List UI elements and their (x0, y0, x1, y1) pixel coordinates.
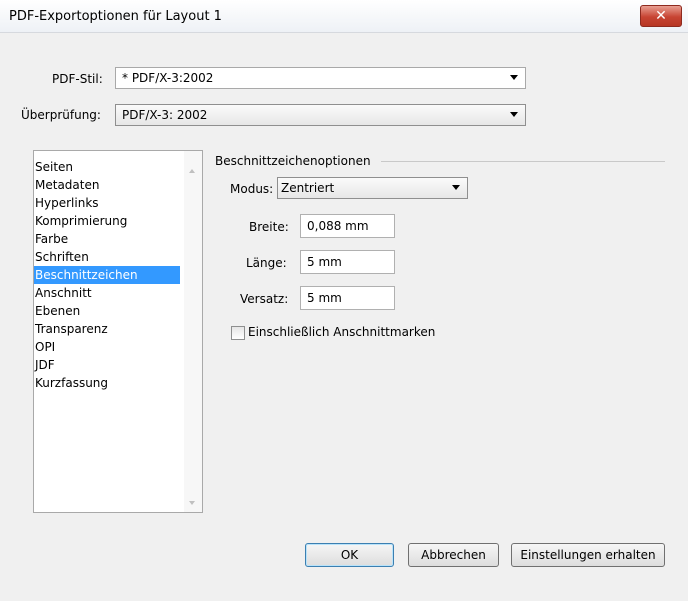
list-item[interactable]: Ebenen (34, 302, 180, 320)
mode-label: Modus: (230, 182, 274, 196)
title-bar: PDF-Exportoptionen für Layout 1 ✕ (0, 0, 688, 33)
width-value: 0,088 mm (307, 219, 369, 233)
ok-button[interactable]: OK (305, 543, 394, 567)
chevron-down-icon (510, 75, 518, 80)
list-item[interactable]: Farbe (34, 230, 180, 248)
list-item[interactable]: Seiten (34, 158, 180, 176)
list-item[interactable]: Kurzfassung (34, 374, 180, 392)
group-divider (381, 161, 665, 162)
validation-value: PDF/X-3: 2002 (122, 108, 208, 122)
scroll-up-icon[interactable] (189, 169, 195, 173)
scroll-down-icon[interactable] (189, 501, 195, 505)
length-value: 5 mm (307, 255, 342, 269)
list-item[interactable]: Transparenz (34, 320, 180, 338)
mode-select[interactable]: Zentriert (277, 177, 468, 199)
chevron-down-icon (510, 112, 518, 117)
close-button[interactable]: ✕ (640, 5, 682, 27)
pdf-style-select[interactable]: * PDF/X-3:2002 (115, 67, 526, 89)
offset-value: 5 mm (307, 291, 342, 305)
list-item[interactable]: Beschnittzeichen (34, 266, 180, 284)
pdf-style-label: PDF-Stil: (52, 72, 103, 86)
close-icon: ✕ (655, 8, 667, 24)
dialog-window: PDF-Exportoptionen für Layout 1 ✕ PDF-St… (0, 0, 688, 601)
list-item[interactable]: Metadaten (34, 176, 180, 194)
offset-input[interactable]: 5 mm (300, 286, 395, 310)
list-item[interactable]: Komprimierung (34, 212, 180, 230)
list-item[interactable]: Hyperlinks (34, 194, 180, 212)
keep-settings-button[interactable]: Einstellungen erhalten (511, 543, 665, 567)
offset-label: Versatz: (240, 292, 289, 306)
include-bleed-checkbox[interactable] (231, 326, 245, 340)
cancel-button[interactable]: Abbrechen (408, 543, 499, 567)
category-list-items: Seiten Metadaten Hyperlinks Komprimierung Fa… (34, 158, 180, 392)
list-scrollbar[interactable] (184, 151, 202, 512)
list-item[interactable]: Anschnitt (34, 284, 180, 302)
width-label: Breite: (249, 220, 289, 234)
list-item[interactable]: JDF (34, 356, 180, 374)
validation-select[interactable]: PDF/X-3: 2002 (115, 104, 526, 126)
category-list[interactable]: Seiten Metadaten Hyperlinks Komprimierung Fa… (33, 150, 203, 513)
mode-value: Zentriert (281, 181, 335, 195)
length-input[interactable]: 5 mm (300, 250, 395, 274)
window-title: PDF-Exportoptionen für Layout 1 (9, 9, 222, 24)
length-label: Länge: (246, 256, 287, 270)
list-item[interactable]: OPI (34, 338, 180, 356)
pdf-style-value: * PDF/X-3:2002 (122, 71, 214, 85)
width-input[interactable]: 0,088 mm (300, 214, 395, 238)
chevron-down-icon (452, 185, 460, 190)
list-item[interactable]: Schriften (34, 248, 180, 266)
group-title: Beschnittzeichenoptionen (215, 154, 371, 168)
validation-label: Überprüfung: (21, 108, 101, 122)
include-bleed-label[interactable]: Einschließlich Anschnittmarken (248, 325, 435, 339)
